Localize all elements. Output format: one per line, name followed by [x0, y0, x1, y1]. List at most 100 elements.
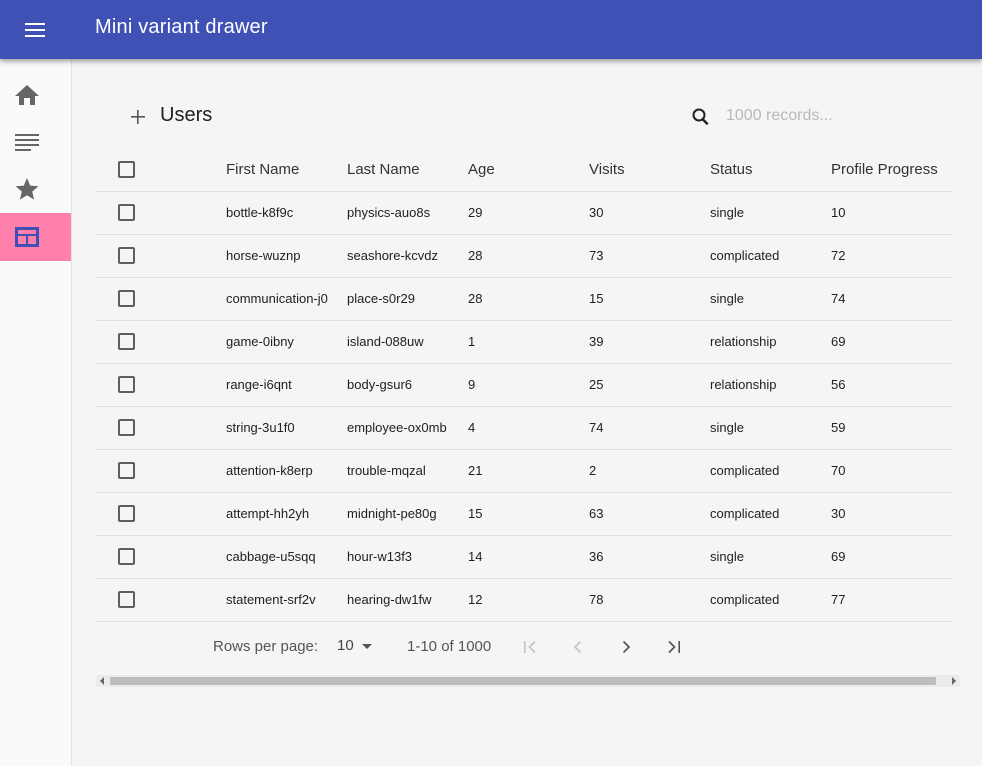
cell-age: 21 [468, 449, 589, 493]
last-page-button[interactable] [662, 635, 686, 659]
column-header-first-name[interactable]: First Name [226, 148, 347, 192]
horizontal-scrollbar[interactable] [96, 675, 960, 687]
scroll-left-icon[interactable] [100, 677, 104, 685]
table-row[interactable]: game-0ibny island-088uw 1 39 relationship 69 [96, 320, 952, 364]
cell-text: 12 [468, 592, 483, 607]
table-row[interactable]: range-i6qnt body-gsur6 9 25 relationship 56 [96, 363, 952, 407]
row-checkbox[interactable] [118, 333, 135, 351]
table-row[interactable]: statement-srf2v hearing-dw1fw 12 78 complica… [96, 578, 952, 622]
table-row[interactable]: string-3u1f0 employee-ox0mb 4 74 single 59 [96, 406, 952, 450]
cell-first-name: range-i6qnt [226, 363, 347, 407]
cell-profile-progress: 59 [831, 406, 952, 450]
search-input[interactable] [726, 101, 916, 131]
cell-text: physics-auo8s [347, 205, 431, 220]
main-content: Users First Name Last Name Age Visits St… [72, 59, 982, 766]
cell-text: 15 [468, 506, 483, 521]
menu-button[interactable] [15, 17, 55, 43]
cell-text: 30 [831, 506, 846, 521]
row-checkbox[interactable] [118, 290, 135, 308]
column-header-status[interactable]: Status [710, 148, 831, 192]
first-page-button[interactable] [518, 635, 542, 659]
cell-profile-progress: 77 [831, 578, 952, 622]
cell-text: 69 [831, 549, 846, 564]
table-row[interactable]: attention-k8erp trouble-mqzal 21 2 complicat… [96, 449, 952, 493]
cell-visits: 15 [589, 277, 710, 321]
cell-text: bottle-k8f9c [226, 205, 294, 220]
row-select-cell [96, 234, 226, 278]
cell-visits: 25 [589, 363, 710, 407]
cell-text: single [710, 205, 744, 220]
next-page-button[interactable] [614, 635, 638, 659]
table-row[interactable]: cabbage-u5sqq hour-w13f3 14 36 single 69 [96, 535, 952, 579]
cell-first-name: attempt-hh2yh [226, 492, 347, 536]
cell-text: complicated [710, 592, 780, 607]
cell-last-name: trouble-mqzal [347, 449, 468, 493]
select-all-checkbox[interactable] [118, 161, 135, 179]
nav-item-list[interactable] [0, 118, 71, 166]
cell-text: hearing-dw1fw [347, 592, 432, 607]
row-checkbox[interactable] [118, 462, 135, 480]
select-all-cell [96, 148, 226, 192]
table-row[interactable]: attempt-hh2yh midnight-pe80g 15 63 complicat… [96, 492, 952, 536]
cell-text: single [710, 291, 744, 306]
cell-text: complicated [710, 248, 780, 263]
row-checkbox[interactable] [118, 419, 135, 437]
first-page-icon [524, 640, 536, 654]
cell-status: single [710, 277, 831, 321]
cell-text: range-i6qnt [226, 377, 292, 392]
cell-status: relationship [710, 363, 831, 407]
nav-item-home[interactable] [0, 71, 71, 119]
cell-text: 73 [589, 248, 604, 263]
previous-page-button[interactable] [566, 635, 590, 659]
cell-status: single [710, 406, 831, 450]
column-header-age[interactable]: Age [468, 148, 589, 192]
column-header-last-name[interactable]: Last Name [347, 148, 468, 192]
add-user-button[interactable] [126, 105, 150, 129]
cell-text: 56 [831, 377, 846, 392]
cell-text: 1 [468, 334, 476, 349]
cell-text: trouble-mqzal [347, 463, 426, 478]
cell-status: complicated [710, 449, 831, 493]
row-checkbox[interactable] [118, 204, 135, 222]
cell-first-name: attention-k8erp [226, 449, 347, 493]
chevron-right-icon [622, 640, 631, 654]
row-checkbox[interactable] [118, 548, 135, 566]
nav-item-table[interactable] [0, 213, 71, 261]
cell-age: 28 [468, 277, 589, 321]
column-header-visits[interactable]: Visits [589, 148, 710, 192]
scrollbar-thumb[interactable] [110, 677, 936, 685]
cell-text: horse-wuznp [226, 248, 301, 263]
table-row[interactable]: horse-wuznp seashore-kcvdz 28 73 complicated… [96, 234, 952, 278]
search-button[interactable] [689, 105, 713, 129]
rows-per-page-select[interactable]: 10 [337, 637, 372, 654]
cell-age: 29 [468, 191, 589, 235]
cell-text: 59 [831, 420, 846, 435]
cell-text: hour-w13f3 [347, 549, 413, 564]
cell-visits: 63 [589, 492, 710, 536]
row-checkbox[interactable] [118, 247, 135, 265]
cell-profile-progress: 30 [831, 492, 952, 536]
chevron-left-icon [573, 640, 582, 654]
cell-text: attempt-hh2yh [226, 506, 310, 521]
cell-text: 15 [589, 291, 604, 306]
table-row[interactable]: communication-j0 place-s0r29 28 15 single 74 [96, 277, 952, 321]
nav-drawer [0, 59, 72, 766]
row-select-cell [96, 191, 226, 235]
column-header-profile-progress[interactable]: Profile Progress [831, 148, 952, 192]
cell-text: body-gsur6 [347, 377, 413, 392]
row-select-cell [96, 363, 226, 407]
table-row[interactable]: bottle-k8f9c physics-auo8s 29 30 single 10 [96, 191, 952, 235]
cell-age: 4 [468, 406, 589, 450]
cell-text: 9 [468, 377, 476, 392]
cell-profile-progress: 10 [831, 191, 952, 235]
table-title: Users [160, 104, 213, 126]
cell-status: single [710, 535, 831, 579]
cell-status: relationship [710, 320, 831, 364]
nav-item-favorites[interactable] [0, 165, 71, 213]
cell-text: complicated [710, 463, 780, 478]
row-checkbox[interactable] [118, 505, 135, 523]
scroll-right-icon[interactable] [952, 677, 956, 685]
cell-text: string-3u1f0 [226, 420, 295, 435]
row-checkbox[interactable] [118, 591, 135, 609]
row-checkbox[interactable] [118, 376, 135, 394]
